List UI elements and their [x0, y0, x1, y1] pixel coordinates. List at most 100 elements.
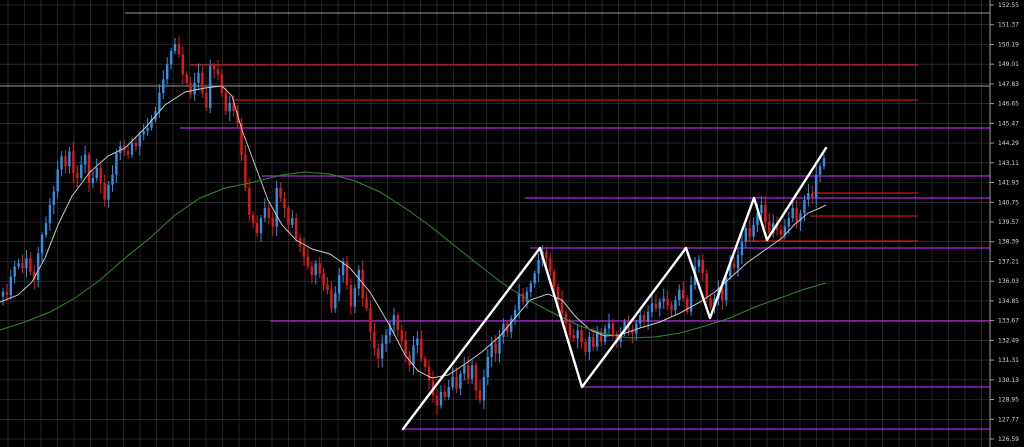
- candle-body: [459, 373, 462, 389]
- candle-body: [467, 365, 470, 379]
- candle-body: [764, 204, 767, 222]
- candle-body: [334, 293, 337, 309]
- candle-body: [705, 273, 708, 299]
- candle-body: [463, 365, 466, 374]
- candle-body: [138, 134, 141, 147]
- candle-body: [189, 82, 192, 95]
- candle-body: [455, 377, 458, 389]
- candle-body: [572, 335, 575, 339]
- candle-body: [815, 174, 818, 199]
- candle-body: [87, 154, 91, 183]
- y-tick-label: 131.31: [998, 357, 1019, 364]
- candle-body: [736, 254, 740, 269]
- candle-body: [545, 251, 548, 259]
- candle-body: [639, 315, 642, 324]
- candle-body: [48, 204, 52, 224]
- candle-body: [338, 275, 341, 294]
- y-tick-label: 137.21: [998, 259, 1019, 266]
- candle-body: [701, 259, 704, 274]
- candle-body: [255, 223, 259, 234]
- candle-body: [384, 335, 388, 344]
- candle-body: [302, 246, 306, 257]
- candle-body: [760, 204, 763, 214]
- candle-body: [537, 259, 540, 274]
- price-chart: 152.55 151.37 150.19 149.01 147.83 146.65 145.…: [0, 0, 1024, 447]
- candle-body: [369, 308, 372, 332]
- candle-body: [259, 218, 263, 234]
- y-tick-label: 147.83: [998, 81, 1019, 88]
- candle-body: [396, 315, 399, 331]
- candle-body: [60, 156, 63, 170]
- candle-body: [40, 234, 44, 254]
- candle-body: [52, 191, 55, 205]
- candle-body: [818, 166, 822, 175]
- candle-body: [17, 263, 20, 267]
- candle-body: [697, 259, 701, 267]
- y-tick-label: 149.01: [998, 61, 1019, 68]
- candle-body: [682, 290, 685, 299]
- candle-body: [451, 377, 454, 387]
- candle-body: [21, 263, 24, 269]
- candle-body: [654, 303, 658, 309]
- candle-body: [224, 92, 227, 112]
- candle-body: [642, 315, 646, 322]
- candle-body: [420, 338, 423, 359]
- candle-body: [795, 208, 798, 222]
- candle-body: [435, 395, 439, 406]
- candle-body: [560, 300, 564, 314]
- candle-body: [658, 301, 661, 309]
- candle-body: [807, 193, 810, 200]
- candle-body: [400, 330, 403, 341]
- candle-body: [173, 44, 177, 51]
- candle-body: [279, 188, 282, 199]
- candle-body: [525, 291, 529, 302]
- candle-body: [650, 303, 654, 312]
- candle-body: [130, 142, 134, 155]
- candle-body: [709, 298, 712, 307]
- y-tick-label: 151.37: [998, 22, 1019, 29]
- candle-body: [68, 151, 71, 167]
- candle-body: [291, 218, 294, 225]
- candle-body: [568, 323, 572, 336]
- candle-body: [580, 330, 583, 342]
- candle-body: [271, 218, 274, 227]
- y-tick-label: 134.85: [998, 298, 1019, 305]
- candle-body: [91, 178, 95, 183]
- candle-body: [244, 154, 247, 188]
- candle-body: [404, 340, 407, 356]
- candle-body: [486, 356, 489, 377]
- candle-body: [330, 290, 333, 309]
- candle-body: [115, 153, 118, 175]
- candle-body: [748, 228, 751, 237]
- y-tick-label: 146.65: [998, 101, 1019, 108]
- candle-body: [205, 92, 208, 108]
- candle-body: [197, 72, 200, 83]
- candle-body: [553, 271, 556, 287]
- y-tick-label: 140.75: [998, 199, 1019, 206]
- y-tick-label: 133.67: [998, 318, 1019, 325]
- candle-body: [9, 276, 12, 296]
- candle-body: [533, 273, 536, 284]
- candle-body: [803, 199, 806, 214]
- candle-body: [83, 154, 87, 165]
- candle-body: [267, 208, 270, 219]
- candle-body: [416, 338, 419, 346]
- y-tick-label: 130.13: [998, 377, 1019, 384]
- candle-body: [318, 263, 321, 274]
- candle-body: [134, 142, 138, 147]
- candle-body: [592, 336, 595, 347]
- candle-body: [744, 228, 747, 242]
- candle-body: [95, 168, 98, 178]
- candle-body: [447, 387, 450, 397]
- candle-body: [216, 69, 220, 75]
- candle-body: [177, 44, 181, 55]
- candle-body: [166, 64, 169, 80]
- candle-body: [287, 208, 290, 225]
- y-tick-label: 141.93: [998, 180, 1019, 187]
- y-tick-label: 136.03: [998, 278, 1019, 285]
- candle-body: [181, 54, 184, 75]
- candle-body: [56, 169, 59, 192]
- candle-body: [275, 188, 278, 227]
- candle-body: [478, 390, 482, 401]
- candle-body: [111, 174, 114, 185]
